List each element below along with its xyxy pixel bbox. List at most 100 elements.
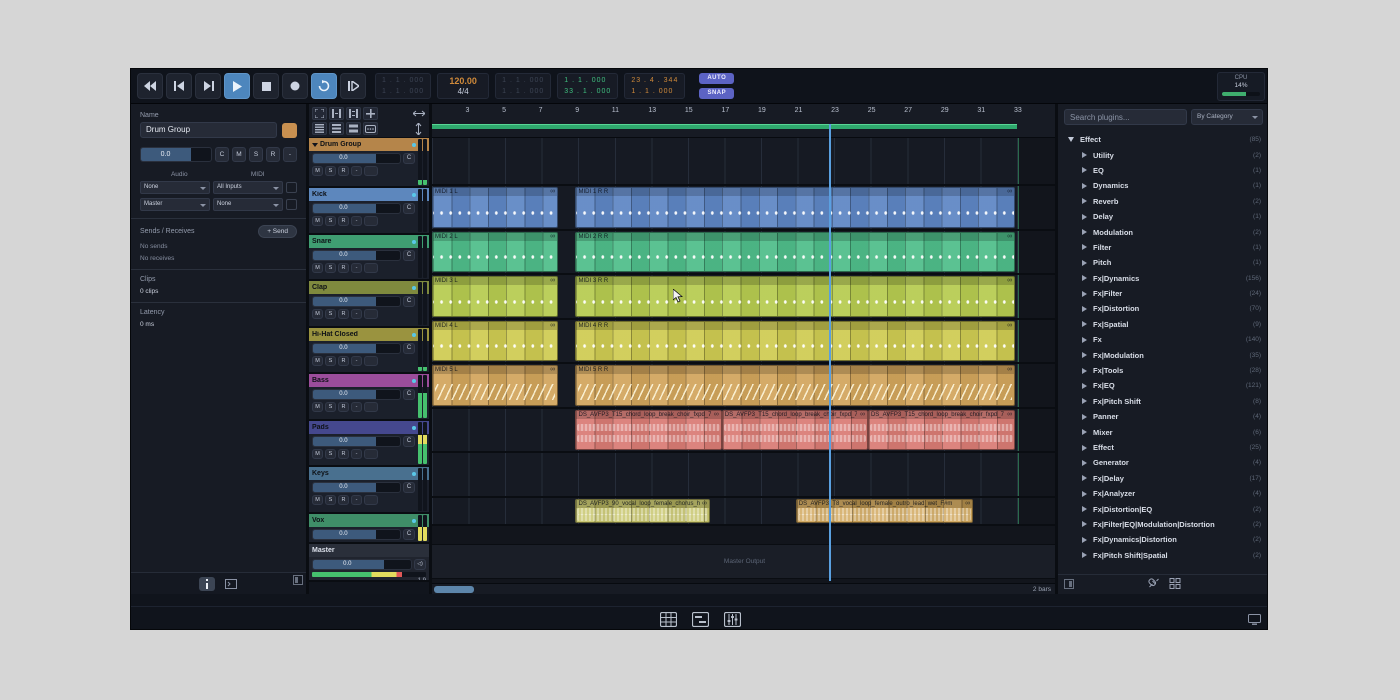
track-automation-button[interactable] [364,495,378,505]
region[interactable]: MIDI 4 L∞ [432,321,558,361]
loop-range-display[interactable]: 1 . 1 . 000 33 . 1 . 000 [557,73,618,99]
plugin-grid-view-button[interactable] [1169,576,1180,594]
track-record-arm-button[interactable]: R [338,216,349,226]
chevron-right-icon[interactable] [1082,475,1087,481]
plugin-tree-item[interactable]: Filter(1) [1058,240,1268,255]
tempo-value[interactable]: 120.00 [449,76,477,87]
plugin-tree-item[interactable]: Fx(140) [1058,332,1268,347]
loop-marker-bar[interactable] [432,124,1017,129]
chevron-right-icon[interactable] [1082,383,1087,389]
region[interactable]: DS_AVFP3_T8_vocal_loop_female_outro_lead… [796,499,973,523]
arranger-track-lane[interactable] [432,138,1055,186]
plugin-tree-item[interactable]: Effect(25) [1058,440,1268,455]
punch-button[interactable] [340,73,366,99]
chevron-down-icon[interactable] [1068,137,1074,142]
master-track-row[interactable]: Master0.0◁)1.9 [309,544,429,582]
midi-output-select[interactable]: None [213,198,283,211]
track-channel-button[interactable]: C [403,250,415,261]
chevron-right-icon[interactable] [1082,337,1087,343]
midi-input-select[interactable]: All Inputs [213,181,283,194]
fit-width-button[interactable] [346,107,361,120]
row-height-medium-button[interactable] [329,122,344,135]
play-button[interactable] [224,73,250,99]
scrollbar-thumb[interactable] [434,586,474,593]
track-extra-button[interactable]: - [351,402,362,412]
track-header[interactable]: Kick [309,188,429,201]
horizontal-zoom-control[interactable] [411,107,426,120]
plugin-tree-item[interactable]: Modulation(2) [1058,224,1268,239]
horizontal-scrollbar[interactable]: 2 bars [432,583,1055,594]
track-row[interactable]: Snare0.0CMSR- [309,235,429,281]
region[interactable]: MIDI 2 R R∞ [575,232,1015,272]
track-solo-button[interactable]: S [325,449,336,459]
arranger-track-lane[interactable]: DS_AVFP3_T15_chord_loop_break_choir_fxpd… [432,409,1055,453]
track-mute-button[interactable]: M [312,402,323,412]
master-volume-fader[interactable]: 0.0 [312,559,412,570]
record-status-dot[interactable] [412,472,416,476]
track-volume-fader[interactable]: 0.0 [312,529,401,540]
master-mono-button[interactable]: ◁) [414,559,426,570]
region[interactable]: DS_AVFP3_T15_chord_loop_break_choir_fxpd… [868,410,1015,450]
inspector-collapse-button[interactable] [293,572,303,590]
plugin-tree-item[interactable]: Fx|Spatial(9) [1058,317,1268,332]
record-status-dot[interactable] [412,193,416,197]
plugin-tree-item[interactable]: Effect(85) [1058,132,1268,147]
track-mute-button[interactable]: M [312,263,323,273]
track-row[interactable]: Bass0.0CMSR- [309,374,429,421]
region[interactable]: MIDI 4 R R∞ [575,321,1015,361]
track-automation-button[interactable] [364,402,378,412]
track-extra-button[interactable]: - [351,356,362,366]
record-status-dot[interactable] [412,379,416,383]
auto-button[interactable]: AUTO [699,73,734,84]
track-mute-button[interactable]: M [312,166,323,176]
plugin-category-select[interactable]: By Category [1191,109,1263,125]
track-channel-button[interactable]: C [403,343,415,354]
row-height-small-button[interactable] [312,122,327,135]
info-tab[interactable] [199,577,215,591]
region[interactable]: DS_AVFP3_90_vocal_loop_female_chorus_har… [575,499,709,523]
track-extra-button[interactable]: - [351,166,362,176]
track-record-arm-button[interactable]: R [338,166,349,176]
arranger-track-lane[interactable] [432,453,1055,498]
track-header[interactable]: Snare [309,235,429,248]
record-status-dot[interactable] [412,240,416,244]
track-volume-fader[interactable]: 0.0 [312,343,401,354]
track-record-arm-button[interactable]: R [338,402,349,412]
chevron-right-icon[interactable] [1082,414,1087,420]
plugin-list-view-button[interactable] [1147,576,1159,594]
fit-height-button[interactable] [329,107,344,120]
plugin-tree-item[interactable]: Fx|Pitch Shift|Spatial(2) [1058,548,1268,563]
plugin-inspector-tab[interactable] [223,577,239,591]
chevron-right-icon[interactable] [1082,537,1087,543]
plugin-tree-item[interactable]: EQ(1) [1058,163,1268,178]
chevron-right-icon[interactable] [1082,198,1087,204]
track-header[interactable]: Hi-Hat Closed [309,328,429,341]
region[interactable]: DS_AVFP3_T15_chord_loop_break_choir_fxpd… [722,410,868,450]
plugin-tree-item[interactable]: Fx|Dynamics|Distortion(2) [1058,532,1268,547]
plugin-tree-item[interactable]: Fx|Distortion(70) [1058,301,1268,316]
channel-button[interactable]: C [215,147,229,162]
track-color-swatch[interactable] [282,123,297,138]
chevron-right-icon[interactable] [1082,260,1087,266]
region[interactable]: MIDI 3 R R∞ [575,276,1015,317]
plugin-tree-item[interactable]: Fx|Dynamics(156) [1058,271,1268,286]
track-extra-button[interactable]: - [351,495,362,505]
track-row[interactable]: Keys0.0CMSR- [309,467,429,514]
track-row[interactable]: Kick0.0CMSR- [309,188,429,235]
monitor-section-button[interactable] [1248,612,1261,630]
record-status-dot[interactable] [412,143,416,147]
plugin-tree-item[interactable]: Fx|Filter(24) [1058,286,1268,301]
arranger-track-lane[interactable]: MIDI 3 L∞MIDI 3 R R∞ [432,275,1055,320]
track-record-arm-button[interactable]: R [338,356,349,366]
chevron-right-icon[interactable] [1082,521,1087,527]
track-mute-button[interactable]: M [312,449,323,459]
midi-in-icon[interactable] [286,182,297,193]
extra-button[interactable]: - [283,147,297,162]
track-solo-button[interactable]: S [325,166,336,176]
plugin-tree-item[interactable]: Delay(1) [1058,209,1268,224]
midi-view-button[interactable] [363,122,378,135]
volume-fader[interactable]: 0.0 [140,147,212,162]
chevron-right-icon[interactable] [1082,306,1087,312]
region[interactable]: MIDI 5 R R∞ [575,365,1015,406]
track-header[interactable]: Keys [309,467,429,480]
